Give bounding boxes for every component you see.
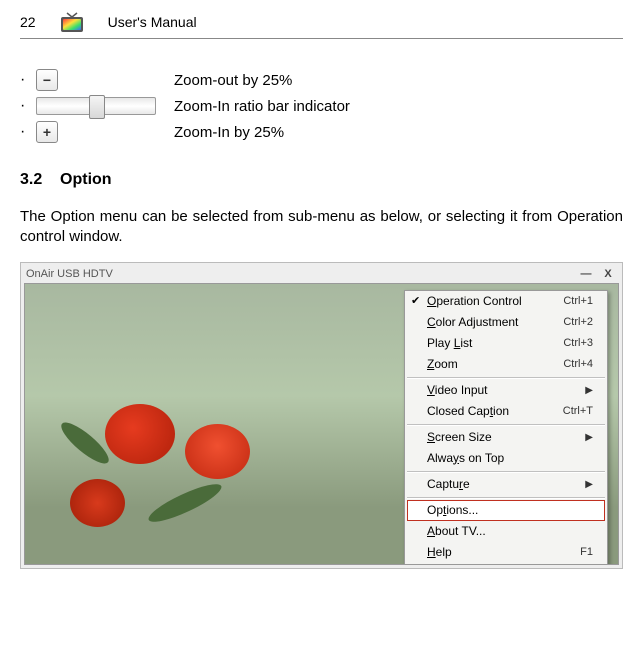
zoom-in-button-wrap: +: [36, 121, 166, 143]
menu-shortcut: Ctrl+3: [563, 335, 593, 352]
menu-closed-caption[interactable]: Closed Caption Ctrl+T: [405, 401, 607, 422]
menu-about-tv[interactable]: About TV...: [405, 521, 607, 542]
menu-separator: [407, 424, 605, 425]
app-window: OnAir USB HDTV — X ✔ Operation Control C…: [20, 262, 623, 569]
menu-separator: [407, 377, 605, 378]
menu-shortcut: Ctrl+T: [563, 403, 593, 420]
menu-capture[interactable]: Capture ▶: [405, 474, 607, 495]
menu-play-list[interactable]: Play List Ctrl+3: [405, 333, 607, 354]
bullet-icon: ·: [20, 123, 28, 141]
section-heading: 3.2 Option: [20, 171, 623, 189]
menu-always-on-top[interactable]: Always on Top: [405, 448, 607, 469]
zoom-controls-list: · − Zoom-out by 25% · Zoom-In ratio bar …: [20, 69, 623, 143]
menu-options[interactable]: Options...: [407, 500, 605, 521]
page-header: 22 User's Manual: [20, 10, 623, 39]
section-body: The Option menu can be selected from sub…: [20, 207, 623, 248]
bullet-icon: ·: [20, 71, 28, 89]
zoom-bar-desc: Zoom-In ratio bar indicator: [174, 98, 350, 115]
zoom-in-button[interactable]: +: [36, 121, 58, 143]
menu-help[interactable]: Help F1: [405, 542, 607, 563]
zoom-bar-row: · Zoom-In ratio bar indicator: [20, 97, 623, 115]
zoom-out-button[interactable]: −: [36, 69, 58, 91]
submenu-arrow-icon: ▶: [585, 382, 593, 399]
minimize-button[interactable]: —: [577, 267, 595, 281]
menu-video-input[interactable]: Video Input ▶: [405, 380, 607, 401]
zoom-out-row: · − Zoom-out by 25%: [20, 69, 623, 91]
submenu-arrow-icon: ▶: [585, 429, 593, 446]
menu-separator: [407, 497, 605, 498]
menu-shortcut: F1: [580, 544, 593, 561]
menu-screen-size[interactable]: Screen Size ▶: [405, 427, 607, 448]
section-number: 3.2: [20, 171, 42, 188]
bullet-icon: ·: [20, 97, 28, 115]
zoom-in-desc: Zoom-In by 25%: [174, 124, 284, 141]
submenu-arrow-icon: ▶: [585, 476, 593, 493]
menu-shortcut: Ctrl+2: [563, 314, 593, 331]
tv-icon: [58, 10, 86, 34]
menu-shortcut: Ctrl+1: [563, 293, 593, 310]
zoom-slider[interactable]: [36, 97, 156, 115]
page-number: 22: [20, 14, 36, 30]
menu-shortcut: Ctrl+4: [563, 356, 593, 373]
context-menu: ✔ Operation Control Ctrl+1 Color Adjustm…: [404, 290, 608, 565]
window-title: OnAir USB HDTV: [26, 268, 113, 280]
menu-zoom[interactable]: Zoom Ctrl+4: [405, 354, 607, 375]
menu-separator: [407, 471, 605, 472]
header-title: User's Manual: [108, 14, 197, 30]
menu-color-adjustment[interactable]: Color Adjustment Ctrl+2: [405, 312, 607, 333]
menu-operation-control[interactable]: ✔ Operation Control Ctrl+1: [405, 291, 607, 312]
zoom-slider-thumb[interactable]: [89, 95, 105, 119]
check-icon: ✔: [411, 293, 420, 310]
zoom-out-button-wrap: −: [36, 69, 166, 91]
window-buttons: — X: [577, 267, 617, 281]
zoom-in-row: · + Zoom-In by 25%: [20, 121, 623, 143]
close-button[interactable]: X: [599, 267, 617, 281]
title-bar: OnAir USB HDTV — X: [24, 266, 619, 283]
zoom-slider-wrap: [36, 97, 166, 115]
zoom-out-desc: Zoom-out by 25%: [174, 72, 292, 89]
video-viewport: ✔ Operation Control Ctrl+1 Color Adjustm…: [24, 283, 619, 565]
section-title: Option: [60, 171, 112, 188]
